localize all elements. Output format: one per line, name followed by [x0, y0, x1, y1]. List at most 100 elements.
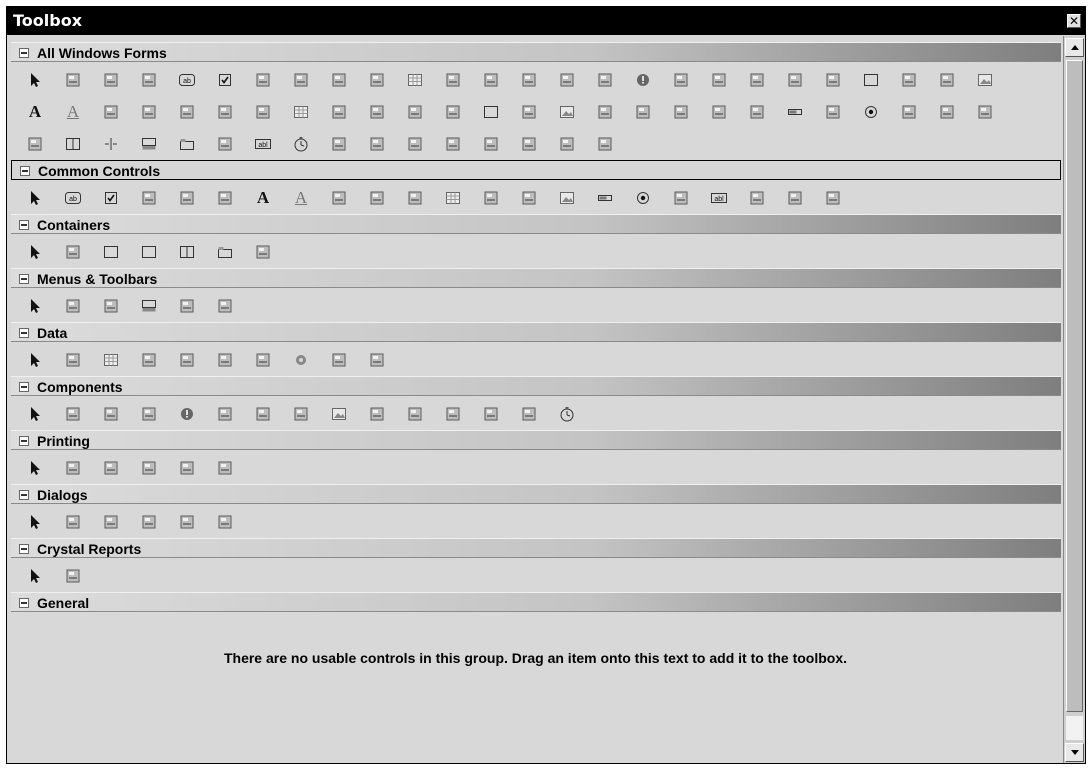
splitter-icon[interactable]	[101, 134, 121, 154]
picturebox-icon[interactable]	[557, 188, 577, 208]
propertygrid-icon[interactable]	[823, 102, 843, 122]
close-button[interactable]: ✕	[1067, 14, 1081, 28]
messagequeue-icon[interactable]	[253, 102, 273, 122]
directoryentry-icon[interactable]	[519, 70, 539, 90]
group-header-containers[interactable]: Containers	[11, 214, 1061, 234]
checkedlistbox-icon[interactable]	[253, 70, 273, 90]
groupbox-icon[interactable]	[861, 70, 881, 90]
linklabel-icon[interactable]: A	[291, 188, 311, 208]
textbox-icon[interactable]: abl	[253, 134, 273, 154]
bindingsource-icon[interactable]	[139, 70, 159, 90]
group-header-printing[interactable]: Printing	[11, 430, 1061, 450]
menustrip-icon[interactable]	[215, 102, 235, 122]
collapse-toggle-icon[interactable]	[19, 48, 29, 58]
progressbar-icon[interactable]	[785, 102, 805, 122]
helpprovider-icon[interactable]	[899, 70, 919, 90]
backgroundworker-icon[interactable]	[63, 70, 83, 90]
statusstrip-icon[interactable]	[139, 134, 159, 154]
group-header-general[interactable]: General	[11, 592, 1061, 612]
performancecounter-icon[interactable]	[405, 404, 425, 424]
eventlog-icon[interactable]	[671, 70, 691, 90]
bindingsource-icon[interactable]	[139, 350, 159, 370]
messagequeue-icon[interactable]	[367, 404, 387, 424]
backgroundworker-icon[interactable]	[63, 404, 83, 424]
printpreviewcontrol-icon[interactable]	[671, 102, 691, 122]
collapse-toggle-icon[interactable]	[19, 598, 29, 608]
filesystemwatcher-icon[interactable]	[709, 70, 729, 90]
fontdialog-icon[interactable]	[139, 512, 159, 532]
progressbar-icon[interactable]	[595, 188, 615, 208]
group-header-dialogs[interactable]: Dialogs	[11, 484, 1061, 504]
savefiledialog-icon[interactable]	[215, 512, 235, 532]
treeview-icon[interactable]	[481, 134, 501, 154]
monthcalendar-icon[interactable]	[443, 188, 463, 208]
toolstripcontainer-icon[interactable]	[367, 134, 387, 154]
collapse-toggle-icon[interactable]	[19, 436, 29, 446]
printpreviewdialog-icon[interactable]	[709, 102, 729, 122]
collapse-toggle-icon[interactable]	[19, 274, 29, 284]
numericupdown-icon[interactable]	[367, 102, 387, 122]
filesystemwatcher-icon[interactable]	[253, 404, 273, 424]
tabcontrol-icon[interactable]	[215, 242, 235, 262]
radiobutton-icon[interactable]	[633, 188, 653, 208]
pointer-icon[interactable]	[25, 512, 45, 532]
timer-icon[interactable]	[291, 134, 311, 154]
menustrip-icon[interactable]	[101, 296, 121, 316]
pagesetupdialog-icon[interactable]	[443, 102, 463, 122]
splitcontainer-icon[interactable]	[177, 242, 197, 262]
scrollbar-track[interactable]	[1066, 716, 1083, 740]
tooltip-icon[interactable]	[405, 134, 425, 154]
scroll-up-button[interactable]	[1065, 38, 1084, 57]
collapse-toggle-icon[interactable]	[19, 382, 29, 392]
toolstripcontainer-icon[interactable]	[215, 296, 235, 316]
label-icon[interactable]: A	[25, 102, 45, 122]
numericupdown-icon[interactable]	[519, 188, 539, 208]
servicecontroller-icon[interactable]	[25, 134, 45, 154]
collapse-toggle-icon[interactable]	[19, 220, 29, 230]
label-icon[interactable]: A	[253, 188, 273, 208]
button-icon[interactable]: ab	[63, 188, 83, 208]
statusstrip-icon[interactable]	[139, 296, 159, 316]
dataset-icon[interactable]	[443, 70, 463, 90]
collapse-toggle-icon[interactable]	[20, 166, 30, 176]
group-header-crystal-reports[interactable]: Crystal Reports	[11, 538, 1061, 558]
datetimepicker-icon[interactable]	[481, 70, 501, 90]
imagelist-icon[interactable]	[975, 70, 995, 90]
scrollbar-thumb[interactable]	[1066, 60, 1083, 712]
pointer-icon[interactable]	[25, 404, 45, 424]
pointer-icon[interactable]	[25, 70, 45, 90]
printdocument-icon[interactable]	[139, 458, 159, 478]
checkedlistbox-icon[interactable]	[139, 188, 159, 208]
scroll-down-button[interactable]	[1065, 743, 1084, 762]
vscrollbar-icon[interactable]	[519, 134, 539, 154]
panel-icon[interactable]	[139, 242, 159, 262]
trackbar-icon[interactable]	[443, 134, 463, 154]
notifyicon-icon[interactable]	[329, 102, 349, 122]
printdialog-icon[interactable]	[595, 102, 615, 122]
combobox-icon[interactable]	[329, 70, 349, 90]
combobox-icon[interactable]	[177, 188, 197, 208]
collapse-toggle-icon[interactable]	[19, 544, 29, 554]
linklabel-icon[interactable]: A	[63, 102, 83, 122]
printdialog-icon[interactable]	[101, 458, 121, 478]
listbox-icon[interactable]	[329, 188, 349, 208]
vertical-scrollbar[interactable]	[1063, 36, 1085, 763]
contextmenustrip-icon[interactable]	[367, 70, 387, 90]
tooltip-icon[interactable]	[747, 188, 767, 208]
panel-icon[interactable]	[481, 102, 501, 122]
datagridview-icon[interactable]	[101, 350, 121, 370]
process-icon[interactable]	[443, 404, 463, 424]
flowlayoutpanel-icon[interactable]	[63, 242, 83, 262]
crystalreportviewer-icon[interactable]	[63, 566, 83, 586]
checkbox-icon[interactable]	[101, 188, 121, 208]
pagesetupdialog-icon[interactable]	[63, 458, 83, 478]
group-header-all-windows-forms[interactable]: All Windows Forms	[11, 42, 1061, 62]
sqlconnection-icon[interactable]	[329, 350, 349, 370]
monthcalendar-icon[interactable]	[291, 102, 311, 122]
empty-group-message[interactable]: There are no usable controls in this gro…	[7, 650, 1064, 666]
listview-icon[interactable]	[367, 188, 387, 208]
reportviewer-icon[interactable]	[595, 134, 615, 154]
printpreviewcontrol-icon[interactable]	[177, 458, 197, 478]
serialport-icon[interactable]	[481, 404, 501, 424]
pointer-icon[interactable]	[25, 350, 45, 370]
